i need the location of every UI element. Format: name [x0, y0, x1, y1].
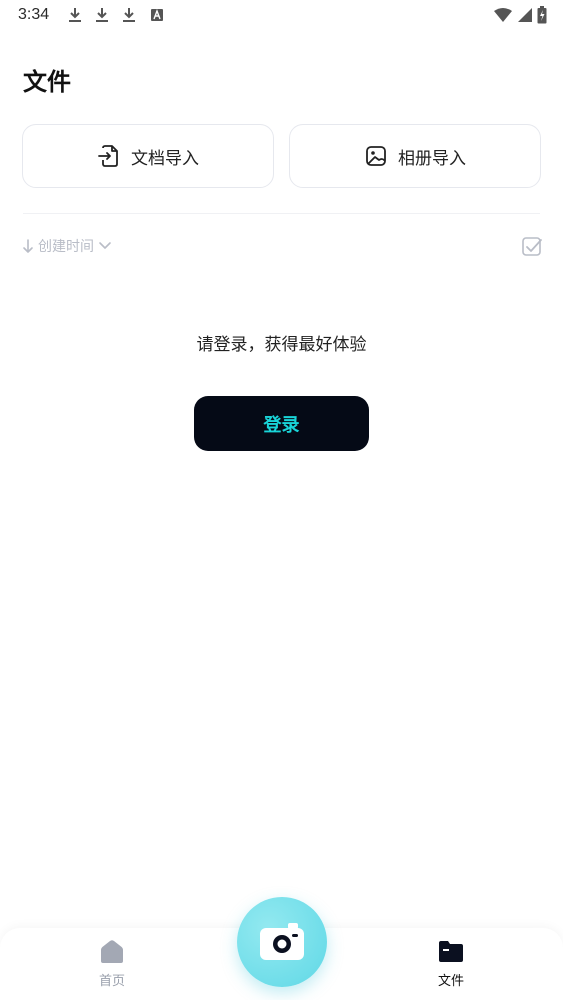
download-icon — [123, 8, 135, 22]
multi-select-icon[interactable] — [521, 236, 543, 258]
album-import-button[interactable]: 相册导入 — [289, 124, 541, 188]
status-bar: 3:34 — [0, 0, 563, 32]
page-title: 文件 — [23, 68, 71, 96]
status-time: 3:34 — [18, 6, 50, 23]
sort-dropdown[interactable]: 创建时间 — [22, 236, 112, 256]
battery-charging-icon — [537, 6, 547, 24]
divider — [23, 213, 540, 214]
chevron-down-icon — [99, 242, 111, 249]
wifi-icon — [494, 8, 512, 22]
sort-arrow-down-icon — [23, 239, 33, 253]
tab-files-label: 文件 — [437, 974, 464, 989]
document-import-label: 文档导入 — [131, 148, 199, 169]
sort-label: 创建时间 — [38, 239, 94, 255]
album-import-label: 相册导入 — [398, 148, 466, 169]
tab-home-label: 首页 — [98, 974, 125, 989]
folder-icon — [439, 941, 463, 962]
download-icon — [69, 8, 81, 22]
login-hint: 请登录，获得最好体验 — [196, 335, 367, 355]
signal-icon — [518, 8, 532, 22]
login-button[interactable]: 登录 — [194, 396, 369, 451]
camera-icon — [260, 923, 304, 960]
tab-home[interactable]: 首页 — [82, 938, 142, 989]
document-import-icon — [98, 145, 118, 167]
album-import-icon — [366, 146, 386, 166]
camera-button[interactable] — [237, 897, 327, 987]
keyboard-a-icon — [151, 9, 163, 21]
download-icon — [96, 8, 108, 22]
document-import-button[interactable]: 文档导入 — [22, 124, 274, 188]
status-right — [493, 6, 547, 24]
tab-files[interactable]: 文件 — [421, 938, 481, 989]
home-icon — [101, 940, 123, 963]
